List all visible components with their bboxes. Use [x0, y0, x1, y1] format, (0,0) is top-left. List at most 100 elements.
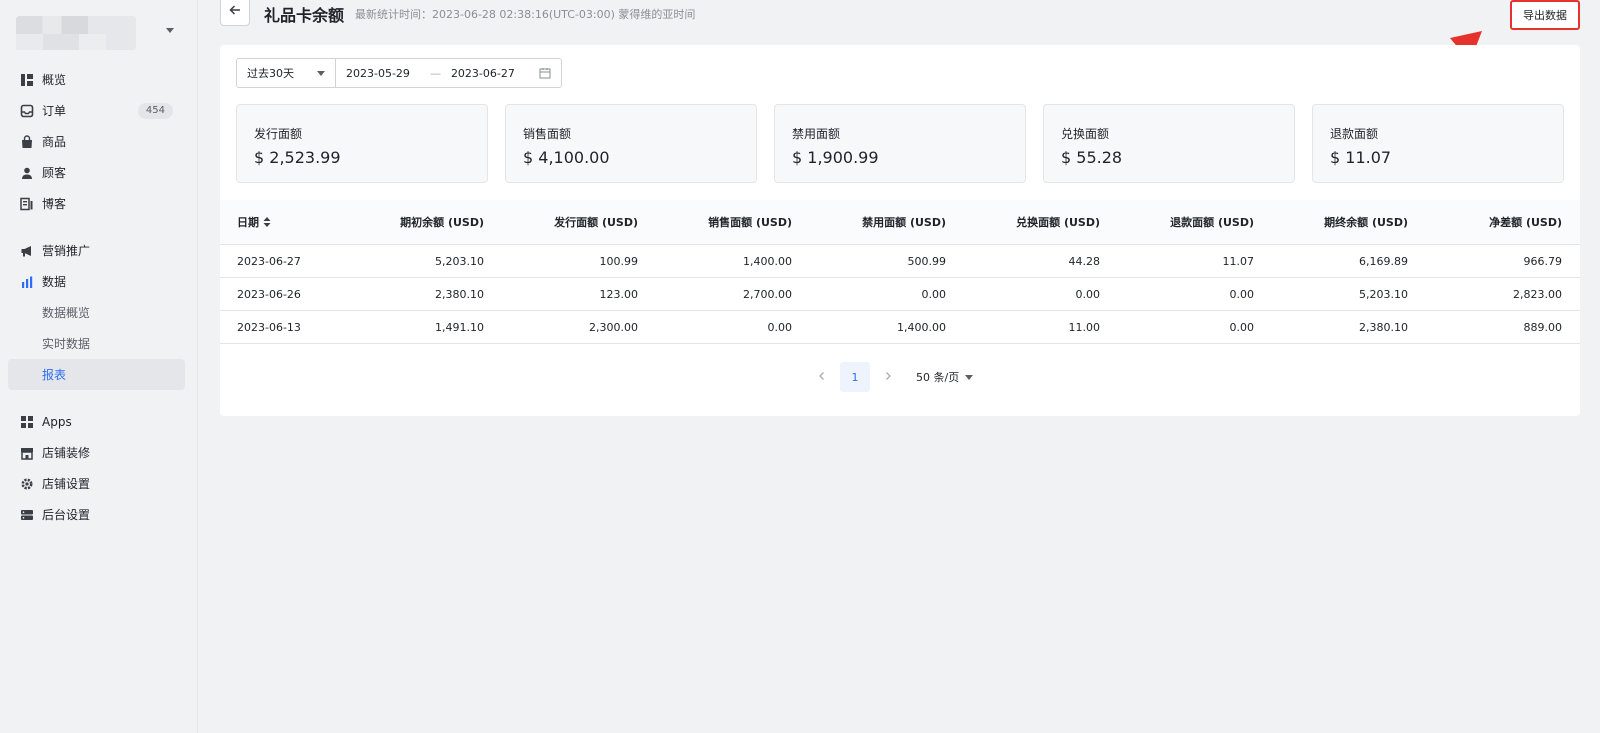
range-select[interactable]: 过去30天 [236, 58, 336, 88]
sidebar-item-reports[interactable]: 报表 [8, 359, 185, 390]
page-number-current[interactable]: 1 [840, 362, 870, 392]
summary-card-redeemed: 兑换面额 $ 55.28 [1043, 104, 1295, 183]
table-cell: 2,823.00 [1513, 287, 1562, 301]
sidebar-item-admin-settings[interactable]: 后台设置 [8, 499, 185, 530]
table-cell: 0.00 [1075, 287, 1101, 301]
date-range-picker[interactable]: 2023-05-29 — 2023-06-27 [336, 58, 562, 88]
column-header: 销售面额 (USD) [708, 216, 792, 229]
column-header: 禁用面额 (USD) [862, 216, 946, 229]
page-size-select[interactable]: 50 条/页 [916, 369, 974, 385]
sort-icon[interactable] [263, 216, 271, 230]
date-separator: — [429, 66, 441, 80]
pagination: 1 50 条/页 [808, 362, 974, 392]
store-switcher[interactable] [16, 16, 186, 52]
column-header-date[interactable]: 日期 [220, 214, 330, 230]
summary-card-sold: 销售面额 $ 4,100.00 [505, 104, 757, 183]
update-timestamp: 最新统计时间：2023-06-28 02:38:16(UTC-03:00) 蒙得… [355, 8, 696, 21]
sidebar: 概览 订单 454 商品 顾客 博客 营销推广 数据 数据概览 实时数据 报表 … [0, 0, 198, 733]
report-panel: 过去30天 2023-05-29 — 2023-06-27 发行面额 $ 2,5… [220, 45, 1580, 416]
sidebar-item-store-settings[interactable]: 店铺设置 [8, 468, 185, 499]
chevron-down-icon [166, 28, 174, 33]
sidebar-item-label: 顾客 [42, 166, 67, 180]
range-select-value: 过去30天 [247, 67, 294, 80]
person-icon [20, 166, 34, 180]
prev-page-button[interactable] [808, 363, 836, 391]
sidebar-item-marketing[interactable]: 营销推广 [8, 235, 185, 266]
summary-card-disabled: 禁用面额 $ 1,900.99 [774, 104, 1026, 183]
card-label: 销售面额 [523, 127, 572, 141]
export-data-button[interactable]: 导出数据 [1510, 0, 1580, 30]
table-cell: 0.00 [921, 287, 947, 301]
card-value: $ 55.28 [1061, 148, 1123, 167]
table-row: 2023-06-26 2,380.10 123.00 2,700.00 0.00… [220, 278, 1580, 311]
table-cell: 2,380.10 [1359, 320, 1408, 334]
sidebar-item-label: Apps [42, 414, 72, 429]
summary-cards: 发行面额 $ 2,523.99 销售面额 $ 4,100.00 禁用面额 $ 1… [236, 104, 1564, 183]
table-cell: 100.99 [599, 254, 639, 268]
column-header: 发行面额 (USD) [554, 216, 638, 229]
back-button[interactable] [220, 0, 250, 26]
table-cell: 2,700.00 [743, 287, 792, 301]
table-cell: 889.00 [1523, 320, 1563, 334]
table-cell: 2,300.00 [589, 320, 638, 334]
page-title: 礼品卡余额 [264, 6, 345, 25]
table-cell: 5,203.10 [435, 254, 484, 268]
blog-icon [20, 197, 34, 211]
sidebar-item-realtime-data[interactable]: 实时数据 [8, 328, 185, 359]
table-cell: 500.99 [907, 254, 947, 268]
sidebar-item-store-design[interactable]: 店铺装修 [8, 437, 185, 468]
column-header: 净差额 (USD) [1489, 216, 1562, 229]
table-cell: 11.00 [1068, 320, 1101, 334]
sidebar-item-label: 报表 [42, 368, 67, 382]
sidebar-item-customers[interactable]: 顾客 [8, 157, 185, 188]
chevron-down-icon [317, 71, 325, 76]
table-cell: 966.79 [1523, 254, 1563, 268]
sidebar-item-data[interactable]: 数据 [8, 266, 185, 297]
sidebar-item-data-overview[interactable]: 数据概览 [8, 297, 185, 328]
inbox-icon [20, 104, 34, 118]
sidebar-item-products[interactable]: 商品 [8, 126, 185, 157]
date-filter: 过去30天 2023-05-29 — 2023-06-27 [236, 58, 562, 88]
apps-icon [20, 415, 34, 429]
sidebar-item-label: 后台设置 [42, 508, 91, 522]
sidebar-item-label: 博客 [42, 197, 67, 211]
sidebar-item-apps[interactable]: Apps [8, 406, 185, 437]
card-label: 禁用面额 [792, 127, 841, 141]
sidebar-item-label: 店铺设置 [42, 477, 91, 491]
column-header: 退款面额 (USD) [1170, 216, 1254, 229]
table-cell: 1,400.00 [743, 254, 792, 268]
table-cell: 123.00 [599, 287, 639, 301]
chevron-right-icon [883, 370, 893, 384]
table-cell: 44.28 [1068, 254, 1101, 268]
bar-chart-icon [20, 275, 34, 289]
dashboard-icon [20, 73, 34, 87]
sidebar-item-blog[interactable]: 博客 [8, 188, 185, 219]
card-value: $ 2,523.99 [254, 148, 341, 167]
table-cell: 11.07 [1222, 254, 1255, 268]
sidebar-item-label: 商品 [42, 135, 67, 149]
table-cell: 2023-06-27 [237, 254, 301, 268]
sidebar-item-overview[interactable]: 概览 [8, 64, 185, 95]
start-date: 2023-05-29 [346, 66, 410, 80]
sidebar-item-label: 实时数据 [42, 337, 91, 351]
end-date: 2023-06-27 [450, 66, 515, 80]
summary-card-refunded: 退款面额 $ 11.07 [1312, 104, 1564, 183]
table-cell: 0.00 [1229, 287, 1255, 301]
table-cell: 1,400.00 [897, 320, 946, 334]
order-count-badge: 454 [137, 103, 173, 119]
sidebar-item-orders[interactable]: 订单 454 [8, 95, 185, 126]
table-cell: 2023-06-26 [237, 287, 301, 301]
card-label: 退款面额 [1330, 127, 1379, 141]
megaphone-icon [20, 244, 34, 258]
card-value: $ 1,900.99 [792, 148, 879, 167]
sidebar-item-label: 店铺装修 [42, 446, 91, 460]
column-header: 兑换面额 (USD) [1016, 216, 1100, 229]
bag-icon [20, 134, 34, 149]
table-cell: 0.00 [1229, 320, 1255, 334]
column-header: 期终余额 (USD) [1324, 216, 1408, 229]
next-page-button[interactable] [874, 363, 902, 391]
card-label: 发行面额 [254, 127, 303, 141]
chevron-left-icon [817, 370, 827, 384]
sidebar-item-label: 数据概览 [42, 306, 91, 320]
table-row: 2023-06-13 1,491.10 2,300.00 0.00 1,400.… [220, 311, 1580, 344]
